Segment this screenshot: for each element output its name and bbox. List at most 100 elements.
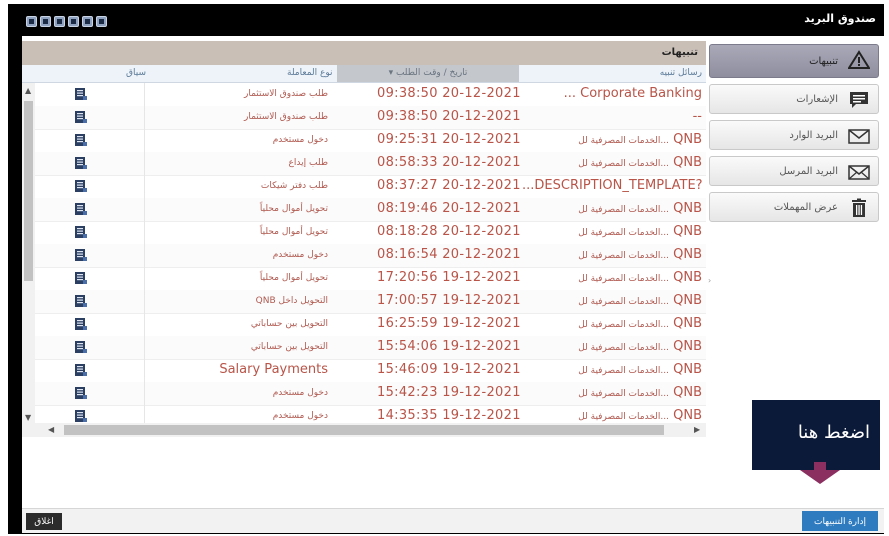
close-button[interactable]: اغلاق — [26, 513, 62, 530]
row-message-text: QNB — [673, 132, 702, 147]
row-type: تحويل أموال محلياً — [259, 204, 328, 214]
vertical-scrollbar[interactable]: ▲ ▼ — [22, 83, 35, 423]
envelope-send-icon — [848, 165, 870, 180]
sidebar-item-notifications[interactable]: الإشعارات — [709, 84, 879, 114]
sort-down-icon: ▾ — [388, 68, 394, 78]
row-message-text: ...DESCRIPTION_TEMPLATE? — [522, 178, 702, 193]
row-message-text: QNB — [673, 201, 702, 216]
panel-header: تنبيهات — [22, 41, 706, 65]
help-icon[interactable] — [82, 16, 93, 27]
document-icon[interactable] — [74, 317, 88, 331]
row-message: الخدمات المصرفية لل... QNB — [522, 247, 702, 262]
manage-alerts-button[interactable]: إدارة التنبيهات — [802, 511, 878, 531]
scroll-up-icon[interactable]: ▲ — [25, 86, 31, 95]
sidebar-item-sent[interactable]: البريد المرسل — [709, 156, 879, 186]
document-icon[interactable] — [74, 386, 88, 400]
column-header-type[interactable]: نوع المعاملة — [287, 68, 333, 78]
row-message-text: QNB — [673, 247, 702, 262]
settings-icon[interactable] — [96, 16, 107, 27]
table-row[interactable]: التحويل بين حساباتي 15:54:06 19-12-2021 ال… — [22, 336, 706, 360]
document-icon[interactable] — [74, 340, 88, 354]
document-icon[interactable] — [74, 202, 88, 216]
row-message-text: QNB — [673, 385, 702, 400]
table-row[interactable]: تحويل أموال محلياً 08:19:46 20-12-2021 الخ… — [22, 198, 706, 222]
sidebar-item-trash[interactable]: عرض المهملات — [709, 192, 879, 222]
table-row[interactable]: التحويل بين حساباتي 16:25:59 19-12-2021 ال… — [22, 313, 706, 337]
print-icon[interactable] — [40, 16, 51, 27]
table-row[interactable]: تحويل أموال محلياً 08:18:28 20-12-2021 الخ… — [22, 221, 706, 245]
document-icon[interactable] — [74, 179, 88, 193]
row-message-text: -- — [692, 109, 702, 124]
table-row[interactable]: دخول مستخدم 08:16:54 20-12-2021 الخدمات ال… — [22, 244, 706, 268]
vertical-scroll-thumb[interactable] — [24, 101, 33, 281]
table-row[interactable]: Salary Payments 15:46:09 19-12-2021 الخدما… — [22, 359, 706, 383]
scroll-right-icon[interactable]: ▶ — [694, 425, 700, 434]
document-icon[interactable] — [74, 409, 88, 423]
row-type: تحويل أموال محلياً — [259, 273, 328, 283]
document-icon[interactable] — [74, 363, 88, 377]
horizontal-scrollbar[interactable]: ◀ ▶ — [22, 423, 706, 437]
row-message: الخدمات المصرفية لل... QNB — [522, 224, 702, 239]
row-date: 08:37:27 20-12-2021 — [377, 178, 521, 193]
row-message: الخدمات المصرفية لل... QNB — [522, 339, 702, 354]
column-header-date[interactable]: تاريخ / وقت الطلب ▾ — [337, 65, 519, 82]
document-icon[interactable] — [74, 294, 88, 308]
scroll-left-icon[interactable]: ◀ — [48, 425, 54, 434]
row-message-arabic: الخدمات المصرفية لل... — [578, 205, 669, 215]
row-type: التحويل داخل QNB — [255, 296, 328, 306]
row-message-arabic: الخدمات المصرفية لل... — [578, 366, 669, 376]
document-icon[interactable] — [74, 133, 88, 147]
sidebar: تنبيهات الإشعارات البريد الوارد البريد ا… — [709, 44, 879, 228]
row-message-text: QNB — [673, 316, 702, 331]
table-row[interactable]: طلب إيداع 08:58:33 20-12-2021 الخدمات المص… — [22, 152, 706, 176]
row-date: 08:16:54 20-12-2021 — [377, 247, 521, 262]
column-header-context[interactable]: سياق — [126, 68, 146, 78]
row-message-arabic: الخدمات المصرفية لل... — [578, 274, 669, 284]
close-icon[interactable] — [26, 16, 37, 27]
sidebar-item-inbox[interactable]: البريد الوارد — [709, 120, 879, 150]
column-header-message[interactable]: رسائل تنبيه — [660, 68, 702, 78]
calculator-icon[interactable] — [68, 16, 79, 27]
row-type: تحويل أموال محلياً — [259, 227, 328, 237]
document-icon[interactable] — [74, 110, 88, 124]
row-message: الخدمات المصرفية لل... QNB — [522, 155, 702, 170]
document-icon[interactable] — [74, 248, 88, 262]
table-row[interactable]: طلب دفتر شيكات 08:37:27 20-12-2021 ...DES… — [22, 175, 706, 199]
refresh-icon[interactable] — [54, 16, 65, 27]
envelope-icon — [848, 129, 870, 144]
table-row[interactable]: دخول مستخدم 15:42:23 19-12-2021 الخدمات ال… — [22, 382, 706, 406]
row-date: 08:19:46 20-12-2021 — [377, 201, 521, 216]
document-icon[interactable] — [74, 156, 88, 170]
row-message: الخدمات المصرفية لل... QNB — [522, 201, 702, 216]
row-date: 09:25:31 20-12-2021 — [377, 132, 521, 147]
table-row[interactable]: تحويل أموال محلياً 17:20:56 19-12-2021 الخ… — [22, 267, 706, 291]
table-header: رسائل تنبيه تاريخ / وقت الطلب ▾ نوع المع… — [22, 65, 706, 83]
table-row[interactable]: طلب صندوق الاستثمار 09:38:50 20-12-2021 -… — [22, 106, 706, 130]
document-icon[interactable] — [74, 87, 88, 101]
row-message-text: QNB — [673, 362, 702, 377]
document-icon[interactable] — [74, 271, 88, 285]
column-divider — [144, 198, 145, 221]
row-date: 16:25:59 19-12-2021 — [377, 316, 521, 331]
column-divider — [144, 267, 145, 290]
sidebar-item-alerts[interactable]: تنبيهات — [709, 44, 879, 78]
horizontal-scroll-thumb[interactable] — [64, 425, 664, 435]
table-row[interactable]: دخول مستخدم 09:25:31 20-12-2021 الخدمات ال… — [22, 129, 706, 153]
row-message: الخدمات المصرفية لل... QNB — [522, 408, 702, 423]
splitter-handle[interactable]: › — [708, 276, 714, 292]
column-divider — [144, 336, 145, 359]
row-type: Salary Payments — [219, 362, 328, 377]
document-icon[interactable] — [74, 225, 88, 239]
column-divider — [144, 359, 145, 382]
row-date: 09:38:50 20-12-2021 — [377, 109, 521, 124]
table-row[interactable]: التحويل داخل QNB 17:00:57 19-12-2021 الخدم… — [22, 290, 706, 314]
callout-arrow-icon — [800, 470, 840, 484]
table-row[interactable]: طلب صندوق الاستثمار 09:38:50 20-12-2021..… — [22, 83, 706, 107]
row-message-arabic: الخدمات المصرفية لل... — [578, 159, 669, 169]
scroll-down-icon[interactable]: ▼ — [25, 413, 31, 422]
row-type: طلب دفتر شيكات — [260, 181, 328, 191]
row-date: 08:18:28 20-12-2021 — [377, 224, 521, 239]
row-type: دخول مستخدم — [272, 250, 328, 260]
click-here-callout: اضغط هنا — [752, 400, 880, 470]
row-message-text: Corporate Banking — [580, 86, 702, 101]
